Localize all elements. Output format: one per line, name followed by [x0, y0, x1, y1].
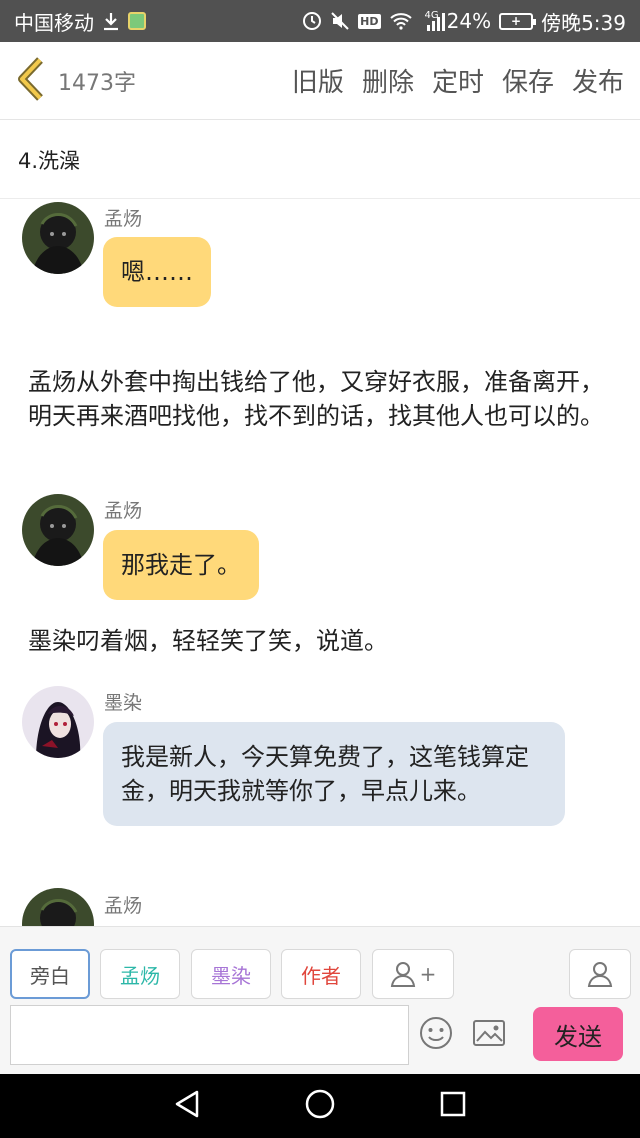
back-button[interactable] [16, 56, 50, 106]
wifi-icon [389, 12, 413, 30]
person-add-icon [390, 960, 416, 988]
app-badge-icon [128, 12, 146, 30]
speaker-name: 孟炀 [104, 208, 143, 230]
old-version-button[interactable]: 旧版 [292, 62, 344, 99]
carrier-name: 中国移动 [14, 10, 94, 35]
word-count: 1473字 [58, 70, 136, 96]
narration-text[interactable]: 孟炀从外套中掏出钱给了他，又穿好衣服，准备离开，明天再来酒吧找他，找不到的话，找… [28, 365, 612, 433]
image-icon [471, 1020, 507, 1055]
triangle-back-icon [173, 1089, 201, 1123]
system-nav-bar [0, 1074, 640, 1138]
role-mengyang-button[interactable]: 孟炀 [100, 949, 180, 999]
square-recents-icon [439, 1090, 467, 1122]
person-icon [587, 960, 613, 988]
role-label: 作者 [301, 963, 341, 988]
avatar-mengyang[interactable] [22, 494, 94, 566]
battery-icon: + [499, 12, 537, 30]
nav-back-button[interactable] [167, 1086, 207, 1126]
avatar-mengyang[interactable] [22, 202, 94, 274]
circle-home-icon [304, 1088, 336, 1124]
role-moran-button[interactable]: 墨染 [191, 949, 271, 999]
role-label: 孟炀 [120, 963, 160, 988]
add-symbol: + [419, 962, 437, 986]
dialogue-bubble[interactable]: 那我走了。 [103, 530, 259, 600]
chevron-left-icon [16, 56, 46, 106]
clock: 傍晚5:39 [541, 10, 626, 35]
speaker-name: 孟炀 [104, 500, 143, 522]
publish-button[interactable]: 发布 [572, 62, 624, 99]
image-button[interactable] [471, 1015, 507, 1051]
alarm-icon [302, 11, 322, 31]
smiley-icon [418, 1017, 454, 1055]
role-label: 旁白 [30, 963, 70, 988]
status-bar: 中国移动 HD 4G 24% + 傍晚5:39 [0, 0, 640, 42]
schedule-button[interactable]: 定时 [432, 62, 484, 99]
speaker-name: 孟炀 [104, 895, 143, 917]
compose-panel: 旁白 孟炀 墨染 作者 + 发送 [0, 926, 640, 1074]
emoji-button[interactable] [418, 1015, 454, 1051]
nav-recents-button[interactable] [433, 1086, 473, 1126]
mute-icon [330, 11, 350, 31]
nav-home-button[interactable] [300, 1086, 340, 1126]
chapter-title[interactable]: 4.洗澡 [0, 121, 640, 199]
download-icon [102, 11, 120, 31]
battery-percent: 24% [446, 9, 492, 33]
speaker-name: 墨染 [104, 692, 143, 714]
network-type: 4G [424, 9, 439, 21]
role-narrator-button[interactable]: 旁白 [10, 949, 90, 999]
hd-icon: HD [358, 13, 381, 29]
delete-button[interactable]: 删除 [362, 62, 414, 99]
narration-text[interactable]: 墨染叼着烟，轻轻笑了笑，说道。 [28, 624, 612, 658]
editor-screen: 中国移动 HD 4G 24% + 傍晚5:39 1473字 旧版 删除 定时 保… [0, 0, 640, 1138]
dialogue-bubble[interactable]: 嗯…… [103, 237, 211, 307]
character-manager-button[interactable] [569, 949, 631, 999]
avatar-mengyang[interactable] [22, 888, 94, 926]
save-button[interactable]: 保存 [502, 62, 554, 99]
avatar-moran[interactable] [22, 686, 94, 758]
editor-toolbar: 1473字 旧版 删除 定时 保存 发布 [0, 42, 640, 120]
add-role-button[interactable]: + [372, 949, 454, 999]
role-author-button[interactable]: 作者 [281, 949, 361, 999]
send-button[interactable]: 发送 [533, 1007, 623, 1061]
story-content[interactable]: 孟炀 嗯…… 孟炀从外套中掏出钱给了他，又穿好衣服，准备离开，明天再来酒吧找他，… [0, 199, 640, 926]
role-label: 墨染 [211, 963, 251, 988]
message-input[interactable] [10, 1005, 409, 1065]
dialogue-bubble[interactable]: 我是新人，今天算免费了，这笔钱算定金，明天我就等你了，早点儿来。 [103, 722, 565, 826]
